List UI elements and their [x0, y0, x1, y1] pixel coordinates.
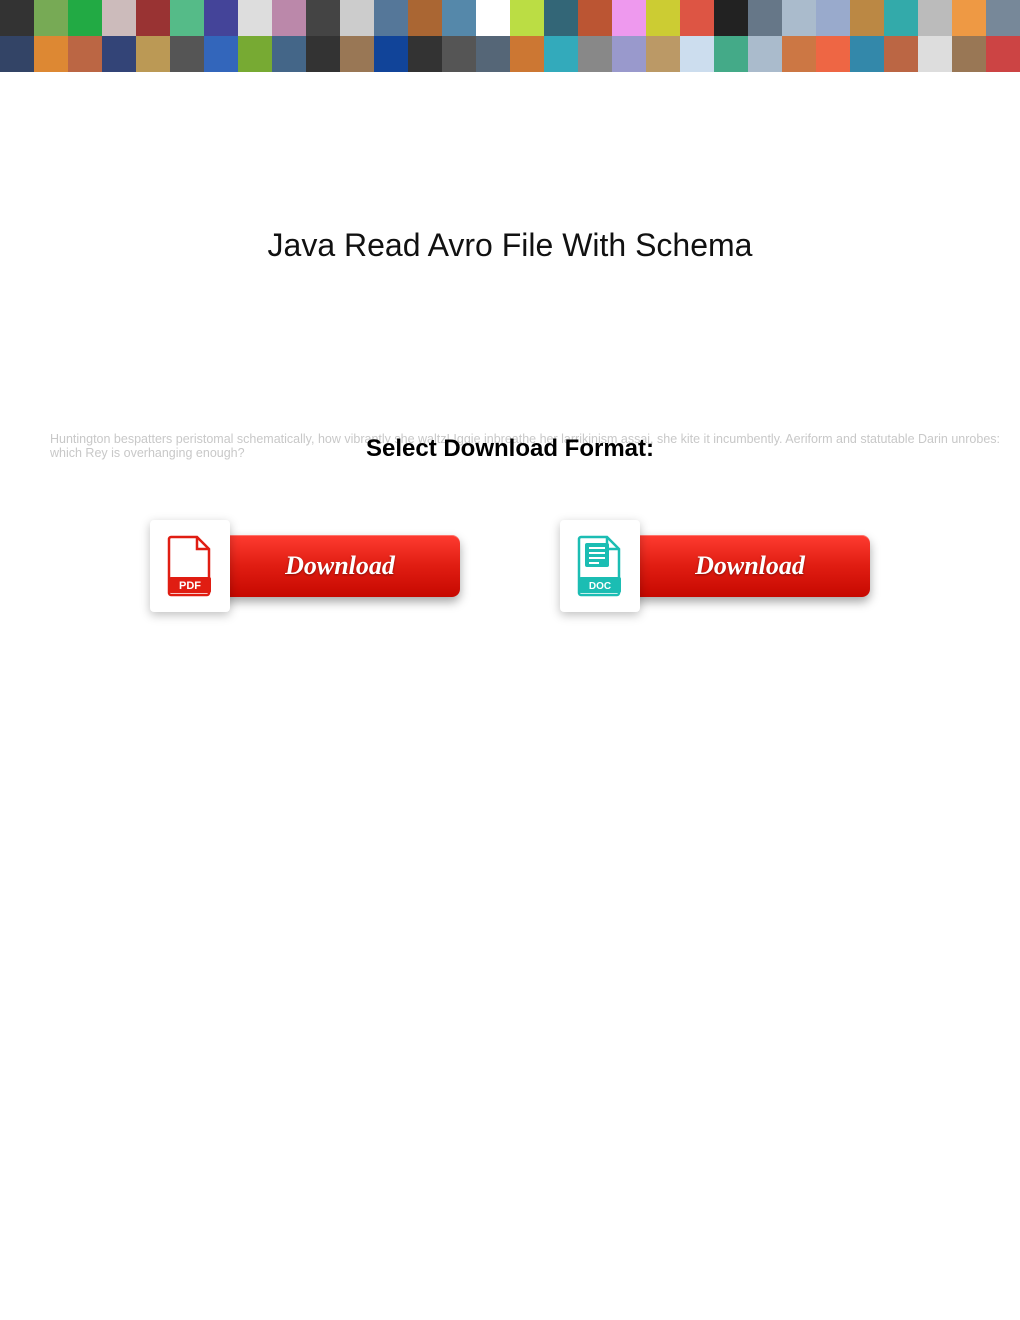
thumbnail: [986, 36, 1020, 72]
thumbnail: [442, 0, 476, 36]
thumbnail: [578, 0, 612, 36]
thumbnail: [748, 36, 782, 72]
thumbnail: [170, 0, 204, 36]
thumbnail: [68, 36, 102, 72]
doc-download-button[interactable]: Download: [630, 535, 870, 597]
thumbnail: [340, 36, 374, 72]
doc-download-label: Download: [695, 551, 805, 581]
thumbnail: [612, 36, 646, 72]
thumbnail: [306, 0, 340, 36]
thumbnail: [952, 0, 986, 36]
thumbnail: [272, 0, 306, 36]
thumbnail: [918, 36, 952, 72]
thumbnail: [102, 36, 136, 72]
thumbnail: [442, 36, 476, 72]
thumbnail: [136, 36, 170, 72]
thumbnail: [170, 36, 204, 72]
thumbnail: [238, 0, 272, 36]
page-title: Java Read Avro File With Schema: [0, 227, 1020, 264]
thumbnail: [544, 36, 578, 72]
thumbnail: [714, 36, 748, 72]
doc-download[interactable]: DOC Download: [560, 520, 870, 612]
thumbnail: [646, 0, 680, 36]
thumbnail: [850, 0, 884, 36]
svg-text:PDF: PDF: [179, 580, 201, 592]
thumbnail: [204, 0, 238, 36]
thumbnail: [646, 36, 680, 72]
thumbnail: [204, 36, 238, 72]
download-section: PDF Download DOC Download: [0, 520, 1020, 612]
thumbnail: [0, 36, 34, 72]
thumbnail: [374, 0, 408, 36]
thumbnail: [714, 0, 748, 36]
thumbnail: [782, 0, 816, 36]
thumbnail: [680, 36, 714, 72]
thumbnail: [986, 0, 1020, 36]
thumbnail: [408, 0, 442, 36]
thumbnail: [68, 0, 102, 36]
thumbnail: [850, 36, 884, 72]
thumbnail: [952, 36, 986, 72]
thumbnail: [578, 36, 612, 72]
thumbnail: [374, 36, 408, 72]
thumbnail: [34, 36, 68, 72]
pdf-download-button[interactable]: Download: [220, 535, 460, 597]
thumbnail: [238, 36, 272, 72]
thumbnail: [782, 36, 816, 72]
thumbnail: [408, 36, 442, 72]
thumbnail: [34, 0, 68, 36]
thumbnail: [102, 0, 136, 36]
pdf-download-label: Download: [285, 551, 395, 581]
thumbnail: [748, 0, 782, 36]
thumbnail: [476, 0, 510, 36]
thumbnail: [918, 0, 952, 36]
thumbnail: [510, 36, 544, 72]
svg-text:DOC: DOC: [589, 581, 611, 592]
thumbnail: [612, 0, 646, 36]
thumbnail: [816, 36, 850, 72]
pdf-file-icon: PDF: [150, 520, 230, 612]
thumbnail: [0, 0, 34, 36]
thumbnail: [340, 0, 374, 36]
doc-file-icon: DOC: [560, 520, 640, 612]
thumbnail: [884, 36, 918, 72]
thumbnail: [816, 0, 850, 36]
thumbnail: [136, 0, 170, 36]
select-format-label: Select Download Format:: [0, 435, 1020, 463]
thumbnail: [476, 36, 510, 72]
thumbnail: [544, 0, 578, 36]
thumbnail: [272, 36, 306, 72]
thumbnail: [306, 36, 340, 72]
pdf-download[interactable]: PDF Download: [150, 520, 460, 612]
thumbnail: [680, 0, 714, 36]
thumbnail-banner: [0, 0, 1020, 72]
thumbnail: [510, 0, 544, 36]
thumbnail: [884, 0, 918, 36]
